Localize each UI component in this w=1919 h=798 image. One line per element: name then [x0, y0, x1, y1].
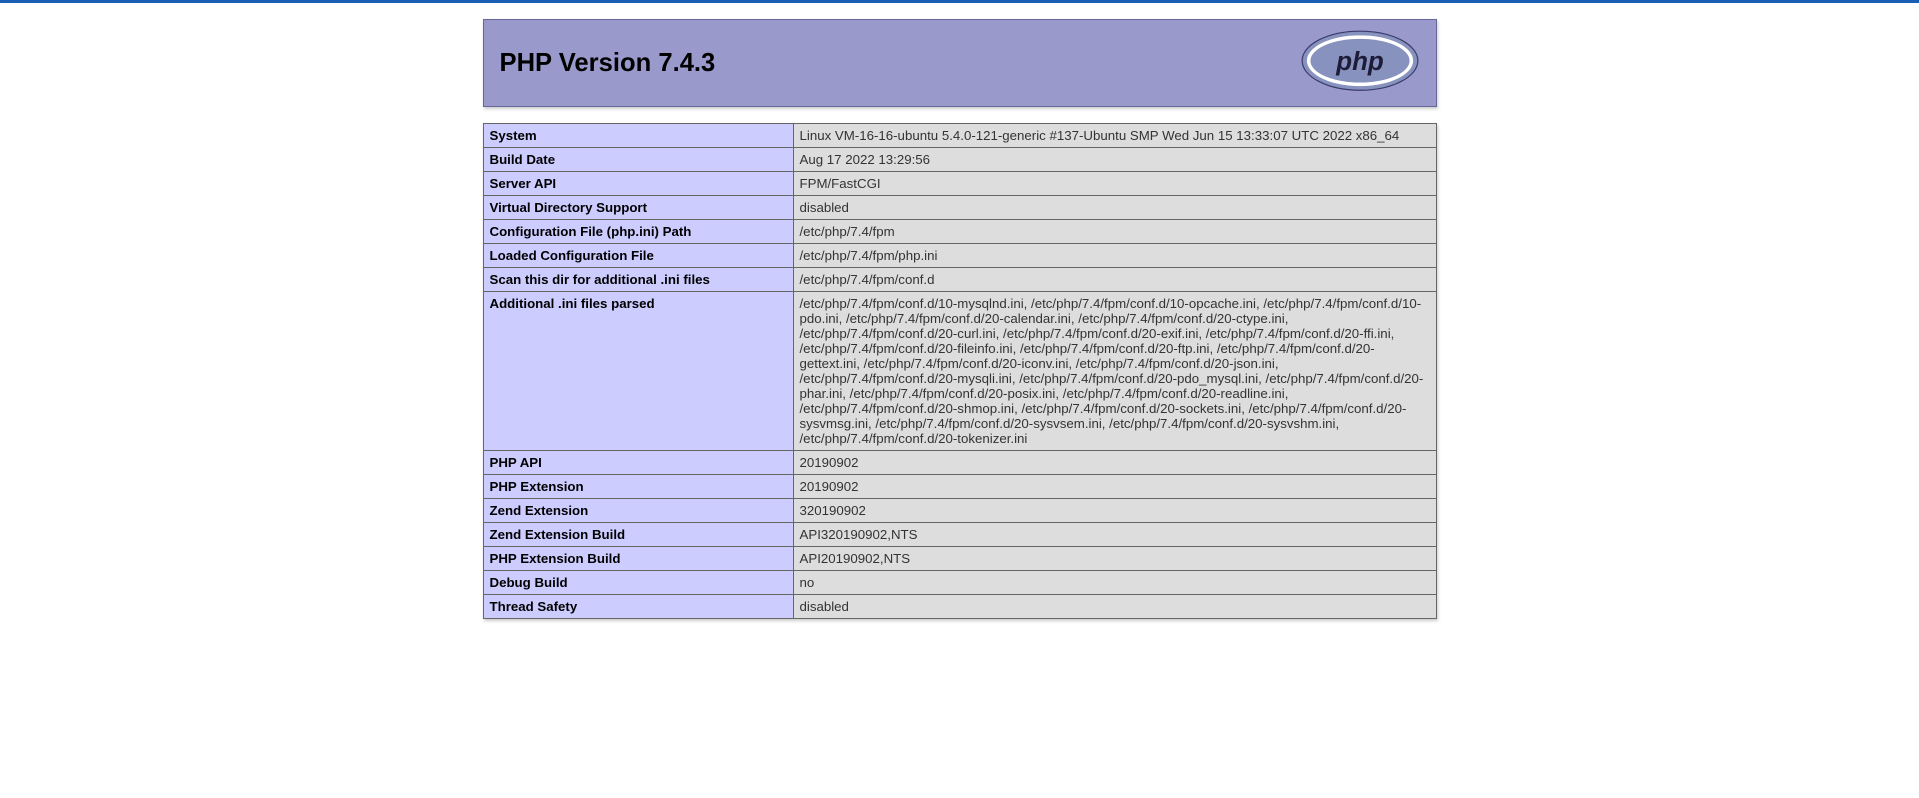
row-label: Thread Safety: [483, 595, 793, 619]
row-label: Configuration File (php.ini) Path: [483, 220, 793, 244]
top-accent-bar: [0, 0, 1919, 3]
row-label: Build Date: [483, 148, 793, 172]
table-row: PHP API20190902: [483, 451, 1436, 475]
row-value: 20190902: [793, 475, 1436, 499]
table-row: Configuration File (php.ini) Path/etc/ph…: [483, 220, 1436, 244]
phpinfo-container: PHP Version 7.4.3 php SystemLinux VM-16-…: [483, 19, 1437, 619]
row-value: API320190902,NTS: [793, 523, 1436, 547]
table-row: PHP Extension20190902: [483, 475, 1436, 499]
page-title: PHP Version 7.4.3: [500, 49, 716, 78]
table-row: Debug Buildno: [483, 571, 1436, 595]
row-value: 320190902: [793, 499, 1436, 523]
row-label: PHP Extension Build: [483, 547, 793, 571]
phpinfo-table-body: SystemLinux VM-16-16-ubuntu 5.4.0-121-ge…: [483, 124, 1436, 619]
row-label: Additional .ini files parsed: [483, 292, 793, 451]
row-label: Loaded Configuration File: [483, 244, 793, 268]
row-value: FPM/FastCGI: [793, 172, 1436, 196]
row-label: Virtual Directory Support: [483, 196, 793, 220]
table-row: Build DateAug 17 2022 13:29:56: [483, 148, 1436, 172]
row-value: Aug 17 2022 13:29:56: [793, 148, 1436, 172]
row-label: Zend Extension Build: [483, 523, 793, 547]
php-logo-icon: php: [1300, 30, 1420, 97]
row-label: Zend Extension: [483, 499, 793, 523]
row-label: PHP Extension: [483, 475, 793, 499]
phpinfo-table: SystemLinux VM-16-16-ubuntu 5.4.0-121-ge…: [483, 123, 1437, 619]
table-row: Zend Extension320190902: [483, 499, 1436, 523]
svg-text:php: php: [1335, 46, 1384, 76]
table-row: PHP Extension BuildAPI20190902,NTS: [483, 547, 1436, 571]
row-value: no: [793, 571, 1436, 595]
row-label: Scan this dir for additional .ini files: [483, 268, 793, 292]
table-row: Virtual Directory Supportdisabled: [483, 196, 1436, 220]
table-row: Zend Extension BuildAPI320190902,NTS: [483, 523, 1436, 547]
row-value: API20190902,NTS: [793, 547, 1436, 571]
row-value: /etc/php/7.4/fpm: [793, 220, 1436, 244]
row-value: disabled: [793, 595, 1436, 619]
table-row: Server APIFPM/FastCGI: [483, 172, 1436, 196]
row-value: /etc/php/7.4/fpm/conf.d: [793, 268, 1436, 292]
row-label: PHP API: [483, 451, 793, 475]
table-row: Loaded Configuration File/etc/php/7.4/fp…: [483, 244, 1436, 268]
table-row: Additional .ini files parsed/etc/php/7.4…: [483, 292, 1436, 451]
row-label: Server API: [483, 172, 793, 196]
phpinfo-header: PHP Version 7.4.3 php: [483, 19, 1437, 107]
table-row: Thread Safetydisabled: [483, 595, 1436, 619]
row-value: /etc/php/7.4/fpm/conf.d/10-mysqlnd.ini, …: [793, 292, 1436, 451]
row-value: disabled: [793, 196, 1436, 220]
table-row: SystemLinux VM-16-16-ubuntu 5.4.0-121-ge…: [483, 124, 1436, 148]
row-value: 20190902: [793, 451, 1436, 475]
row-value: /etc/php/7.4/fpm/php.ini: [793, 244, 1436, 268]
row-label: System: [483, 124, 793, 148]
row-label: Debug Build: [483, 571, 793, 595]
row-value: Linux VM-16-16-ubuntu 5.4.0-121-generic …: [793, 124, 1436, 148]
table-row: Scan this dir for additional .ini files/…: [483, 268, 1436, 292]
